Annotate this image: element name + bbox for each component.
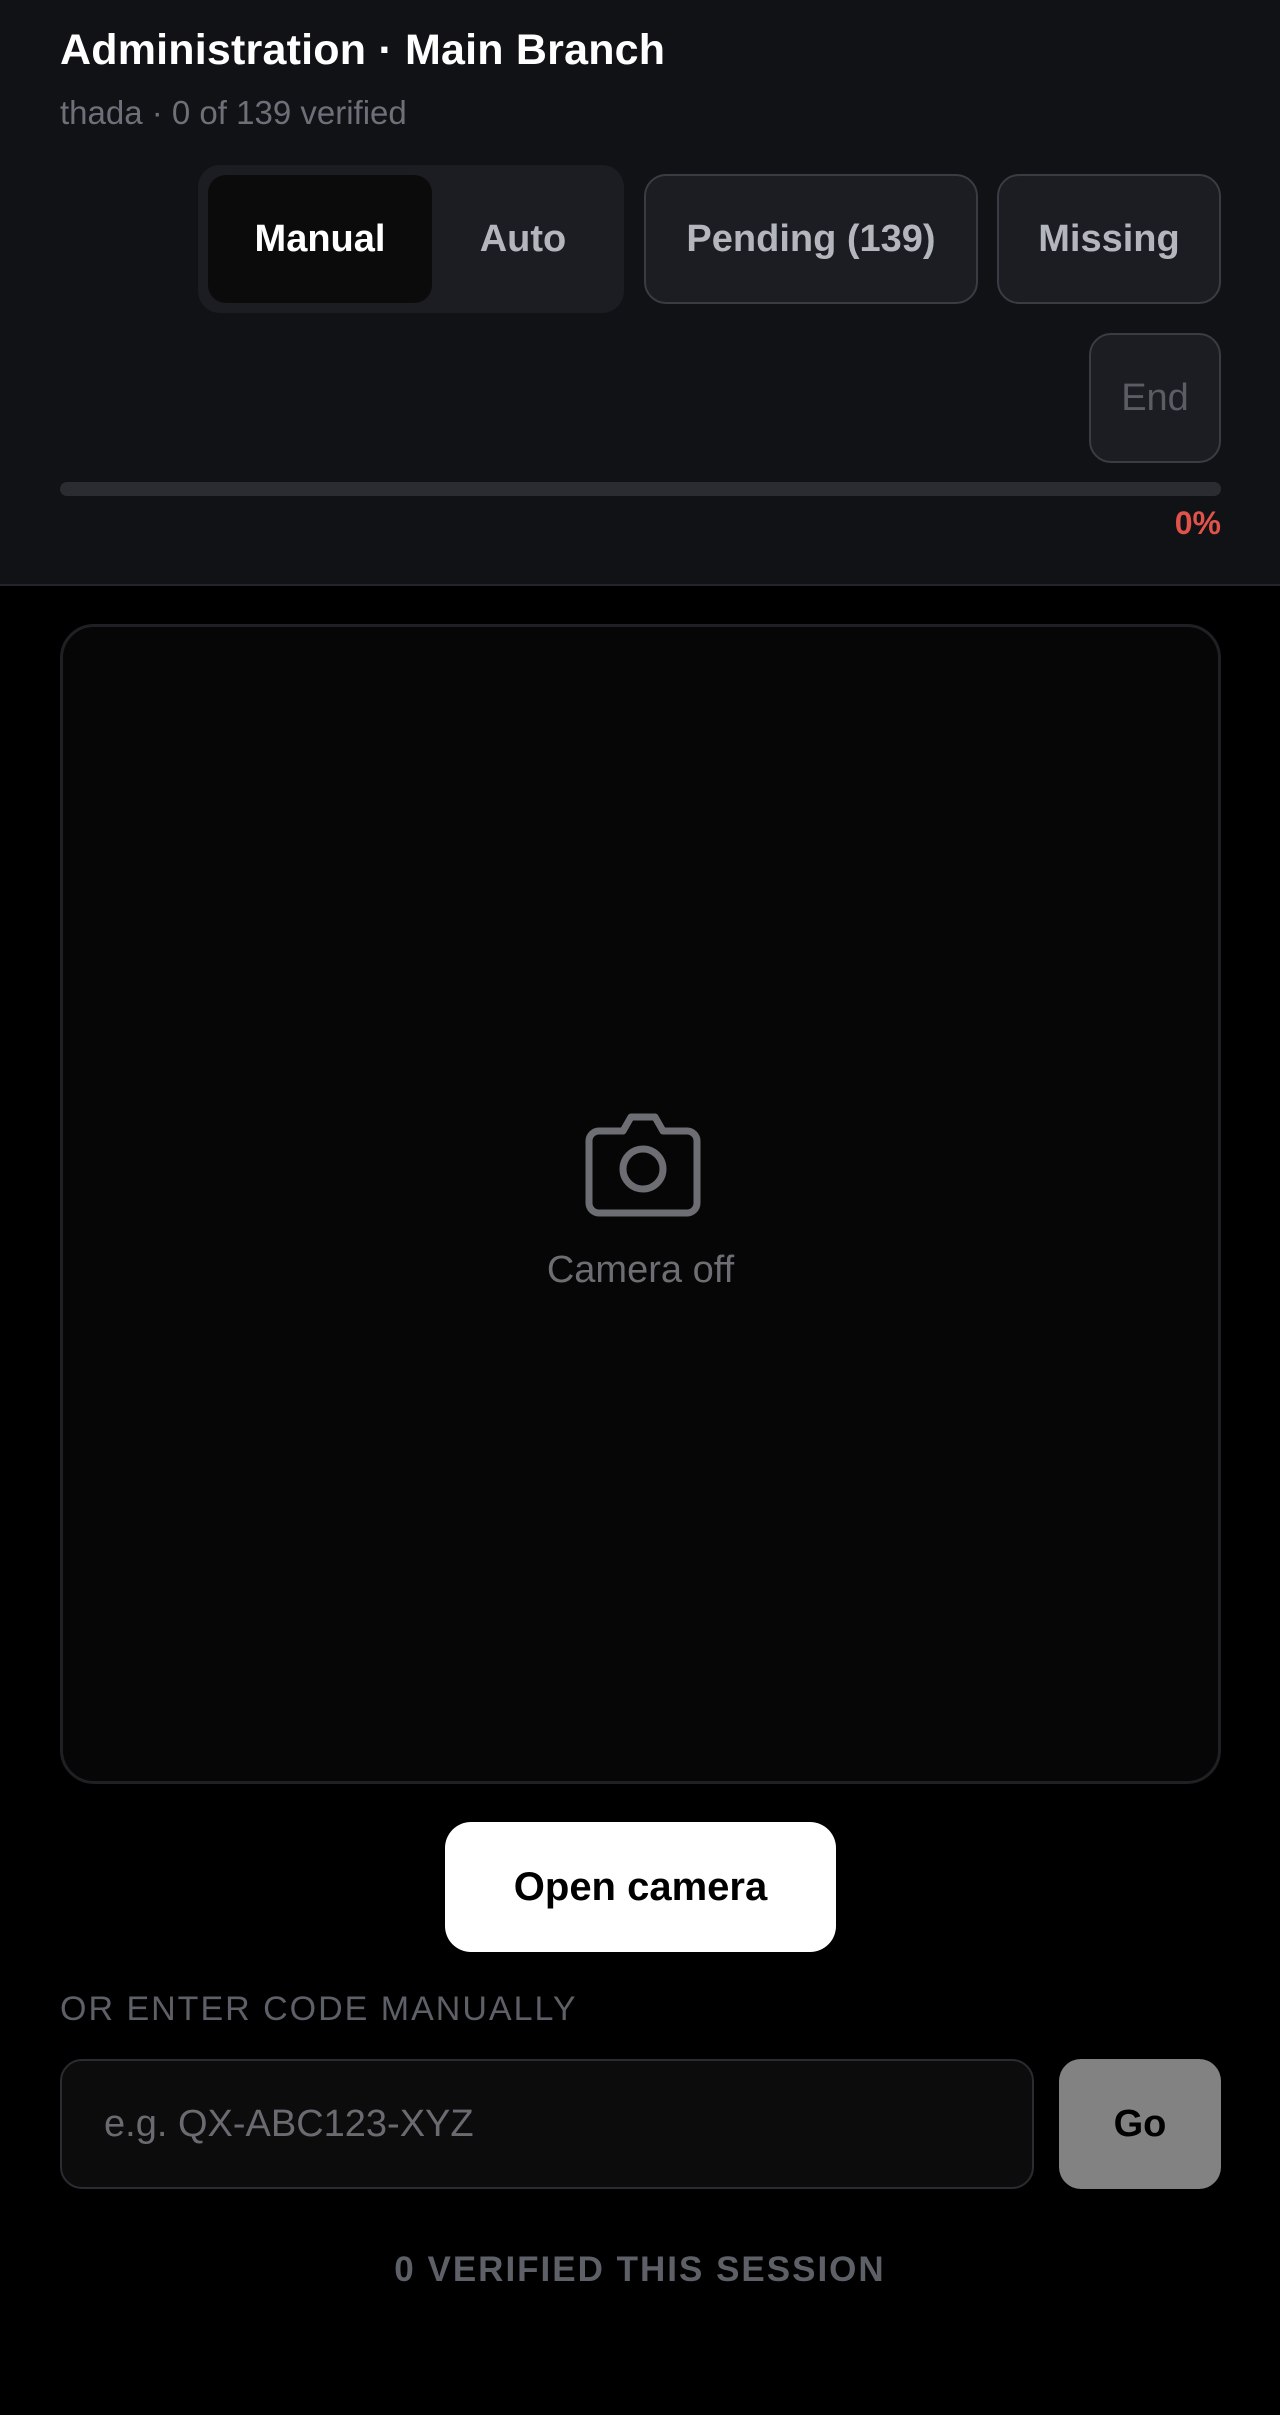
open-camera-button[interactable]: Open camera <box>445 1822 836 1952</box>
pending-filter-button[interactable]: Pending (139) <box>644 174 978 304</box>
progress-bar <box>60 482 1221 496</box>
camera-icon <box>585 1113 701 1217</box>
code-input[interactable] <box>60 2059 1034 2189</box>
missing-filter-button[interactable]: Missing <box>997 174 1221 304</box>
mode-auto-button[interactable]: Auto <box>432 175 614 303</box>
end-session-button[interactable]: End <box>1089 333 1221 463</box>
camera-viewport: Camera off <box>60 624 1221 1784</box>
progress-percent: 0% <box>1174 505 1221 541</box>
camera-status-text: Camera off <box>546 1249 735 1291</box>
session-verified-count: 0 VERIFIED THIS SESSION <box>394 2250 886 2289</box>
page-title: Administration · Main Branch <box>60 26 666 74</box>
mode-manual-button[interactable]: Manual <box>208 175 432 303</box>
page-subtitle: thada · 0 of 139 verified <box>60 94 407 131</box>
go-button[interactable]: Go <box>1059 2059 1221 2189</box>
manual-entry-label: OR ENTER CODE MANUALLY <box>60 1990 578 2028</box>
mode-toggle: Manual Auto <box>198 165 624 313</box>
session-header: Administration · Main Branch thada · 0 o… <box>0 0 1280 586</box>
